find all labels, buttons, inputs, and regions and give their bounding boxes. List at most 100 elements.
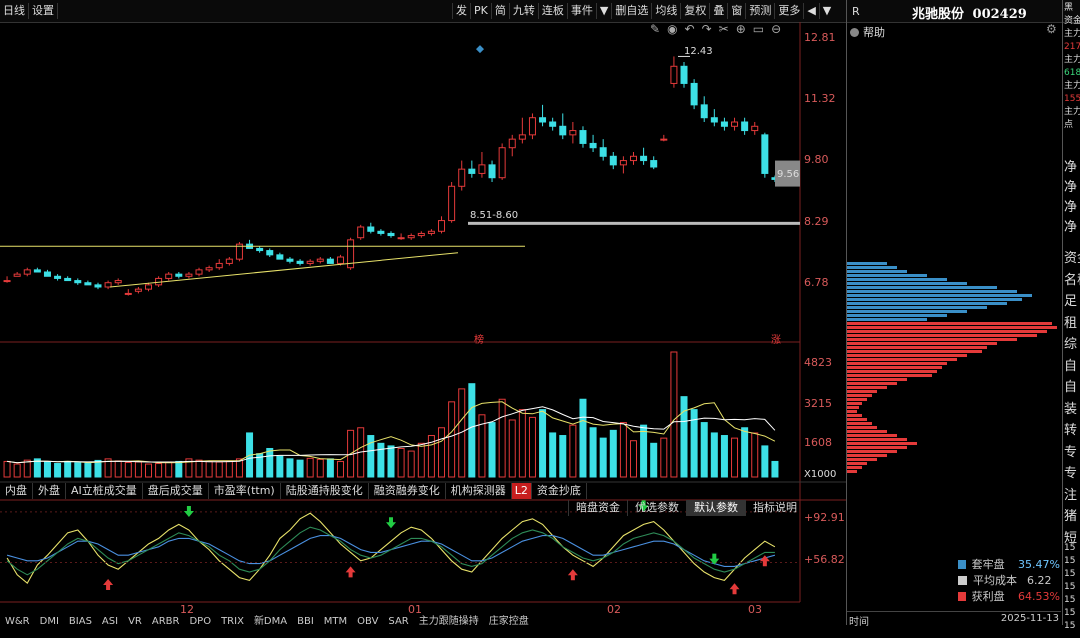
- chip-bar-profit: [847, 454, 887, 457]
- chip-bar-profit: [847, 470, 857, 473]
- toolbar-button[interactable]: 更多: [774, 3, 803, 19]
- candle-body: [256, 247, 264, 252]
- param-tab[interactable]: 优选参数: [627, 500, 686, 516]
- toolbar-button[interactable]: 连板: [537, 3, 567, 19]
- candle-body: [468, 168, 476, 174]
- param-tab[interactable]: 默认参数: [686, 500, 745, 516]
- indicator-tab[interactable]: BIAS: [64, 617, 97, 627]
- analysis-tab[interactable]: 机构探测器: [446, 483, 512, 499]
- kline-chart[interactable]: [0, 22, 846, 625]
- indicator-tab[interactable]: VR: [123, 617, 147, 627]
- toolbar-button[interactable]: 复权: [680, 3, 709, 19]
- indicator-tab[interactable]: W&R: [0, 617, 35, 627]
- indicator-tab[interactable]: 庄家控盘: [484, 617, 534, 627]
- volume-bar: [609, 429, 617, 478]
- analysis-tab[interactable]: 盘后成交量: [143, 483, 209, 499]
- indicator-tab[interactable]: ASI: [97, 617, 123, 627]
- chip-bar-profit: [847, 442, 917, 445]
- side-panel-item: 注: [1064, 487, 1078, 503]
- chip-bar-profit: [847, 426, 877, 429]
- volume-bar: [731, 437, 739, 478]
- toolbar-button[interactable]: 九转: [508, 3, 538, 19]
- candle-body: [205, 267, 213, 271]
- candle-body: [276, 254, 284, 260]
- param-tab[interactable]: 暗盘资金: [568, 500, 627, 516]
- analysis-tab[interactable]: AI立桩成交量: [66, 483, 143, 499]
- chip-bar-profit: [847, 406, 859, 409]
- volume-bar: [397, 447, 405, 478]
- analysis-tab[interactable]: 资金抄底: [532, 483, 587, 499]
- candle-body: [629, 155, 637, 162]
- toolbar-button[interactable]: 窗: [727, 3, 745, 19]
- indicator-tab[interactable]: ARBR: [147, 617, 185, 627]
- side-panel-item: 主力: [1064, 55, 1080, 65]
- toolbar-button[interactable]: ▼: [818, 3, 834, 19]
- indicator-line: [6, 535, 776, 567]
- indicator-tab[interactable]: DPO: [184, 617, 216, 627]
- candle-body: [700, 104, 708, 119]
- volume-bar: [134, 461, 142, 478]
- toolbar-button[interactable]: 简: [490, 3, 509, 19]
- indicator-tab[interactable]: MTM: [319, 617, 352, 627]
- analysis-tab[interactable]: 融资融券变化: [369, 483, 446, 499]
- sell-signal-arrow-icon: [183, 506, 194, 517]
- indicator-tick: +56.82: [804, 553, 845, 566]
- analysis-tab[interactable]: 市盈率(ttm): [209, 483, 281, 499]
- volume-bar: [589, 427, 597, 478]
- toolbar-button-daily[interactable]: 日线: [0, 3, 29, 19]
- indicator-tab[interactable]: OBV: [352, 617, 383, 627]
- volume-bar: [599, 437, 607, 478]
- indicator-tab[interactable]: TRIX: [216, 617, 249, 627]
- toolbar-right: 发 PK 简九转 连板 事件 ▼ 删自选 均线 复权叠窗预测 更多 ◀ ▼: [452, 3, 834, 19]
- indicator-tab[interactable]: SAR: [383, 617, 413, 627]
- legend-value: 35.47%: [1018, 557, 1060, 571]
- indicator-tab[interactable]: BBI: [292, 617, 319, 627]
- chip-bar-trapped: [847, 302, 1007, 305]
- indicator-tab[interactable]: 新DMA: [249, 617, 292, 627]
- volume-bar: [276, 455, 284, 478]
- toolbar-button[interactable]: 发: [452, 3, 470, 19]
- candle-body: [134, 288, 142, 292]
- legend-value: 6.22: [1027, 573, 1052, 587]
- toolbar-button[interactable]: 叠: [709, 3, 727, 19]
- toolbar-button[interactable]: ◀: [803, 3, 818, 19]
- candle-body: [367, 226, 375, 232]
- volume-tick: 1608: [804, 436, 832, 449]
- analysis-tab[interactable]: L2: [511, 483, 532, 499]
- stock-title: 兆驰股份 002429: [912, 3, 1027, 22]
- candle-body: [710, 117, 718, 123]
- toolbar-button[interactable]: ▼: [595, 3, 611, 19]
- toolbar-button[interactable]: 均线: [651, 3, 680, 19]
- analysis-tab[interactable]: 陆股通持股变化: [281, 483, 369, 499]
- ranking-marker[interactable]: 榜: [474, 331, 484, 346]
- toolbar-button-settings[interactable]: 设置: [29, 3, 58, 19]
- side-panel-item: 转: [1064, 423, 1078, 438]
- toolbar-button[interactable]: 删自选: [611, 3, 651, 19]
- analysis-tab[interactable]: 内盘: [0, 483, 33, 499]
- toolbar-button[interactable]: 预测: [745, 3, 774, 19]
- param-tab[interactable]: 指标说明: [745, 500, 804, 516]
- chip-bar-trapped: [847, 318, 927, 321]
- volume-bar: [124, 461, 132, 478]
- candle-body: [660, 138, 668, 141]
- candle-body: [94, 284, 102, 288]
- buy-signal-arrow-icon: [567, 569, 578, 581]
- price-tick: 9.80: [804, 153, 829, 166]
- toolbar-button[interactable]: 事件: [566, 3, 596, 19]
- chip-bar-profit: [847, 374, 932, 377]
- candle-body: [23, 269, 31, 275]
- volume-bar: [761, 445, 769, 478]
- chip-bar-profit: [847, 402, 862, 405]
- indicator-tab[interactable]: DMI: [35, 617, 64, 627]
- legend-label: 平均成本: [973, 574, 1017, 587]
- toolbar-button[interactable]: PK: [470, 3, 491, 19]
- buy-signal-arrow-icon: [103, 579, 114, 590]
- indicator-tab[interactable]: 主力跟随操持: [414, 617, 484, 627]
- chip-bar-profit: [847, 430, 887, 433]
- limit-up-marker[interactable]: 涨: [771, 331, 781, 346]
- candle-body: [680, 65, 688, 84]
- side-fund-panel: 黑资金 主力 217 主力 618 主力 155 主力点: [1064, 2, 1080, 132]
- analysis-tab[interactable]: 外盘: [33, 483, 66, 499]
- candle-body: [326, 258, 334, 264]
- date-tick: 12: [180, 603, 194, 616]
